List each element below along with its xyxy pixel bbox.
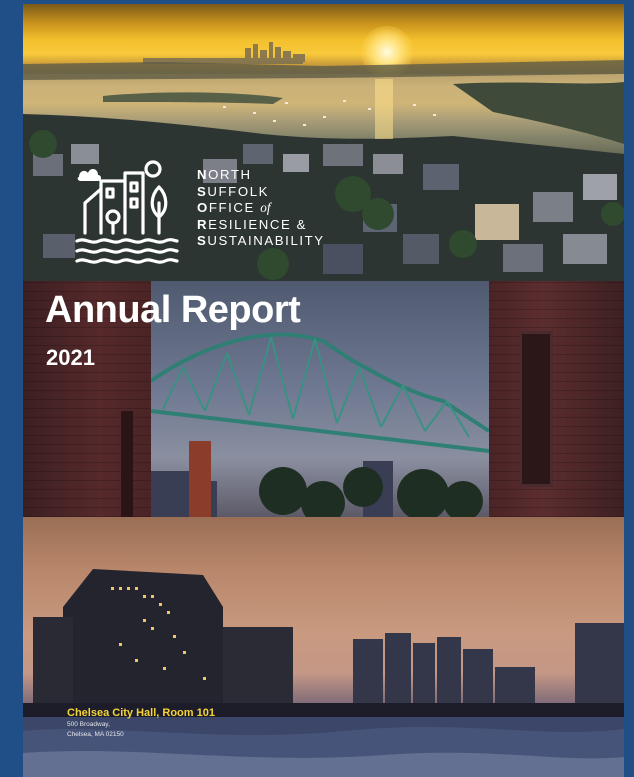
logo-line-suffolk: SUFFOLK (197, 183, 270, 199)
address-title: Chelsea City Hall, Room 101 (67, 707, 215, 719)
report-title: Annual Report (45, 289, 301, 331)
logo-wordmark: NORTH SUFFOLK OFFICE of RESILIENCE & SUS… (197, 167, 325, 250)
logo-line-sustainability: SUSTAINABILITY (197, 233, 325, 249)
logo-line-office: OFFICE of (197, 200, 271, 216)
report-cover: NORTH SUFFOLK OFFICE of RESILIENCE & SUS… (23, 4, 624, 777)
report-year: 2021 (46, 345, 95, 370)
sunset-harbor-photo: NORTH SUFFOLK OFFICE of RESILIENCE & SUS… (23, 4, 624, 281)
logo-line-north: NORTH (197, 167, 252, 182)
brick-wall-right (489, 281, 624, 517)
nsors-logo-icon (75, 160, 179, 264)
address-city: Chelsea, MA 02150 (67, 731, 124, 738)
logo-line-resilience: RESILIENCE & (197, 216, 308, 232)
address-block: Chelsea City Hall, Room 101 500 Broadway… (67, 707, 215, 739)
address-street: 500 Broadway, (67, 721, 110, 728)
